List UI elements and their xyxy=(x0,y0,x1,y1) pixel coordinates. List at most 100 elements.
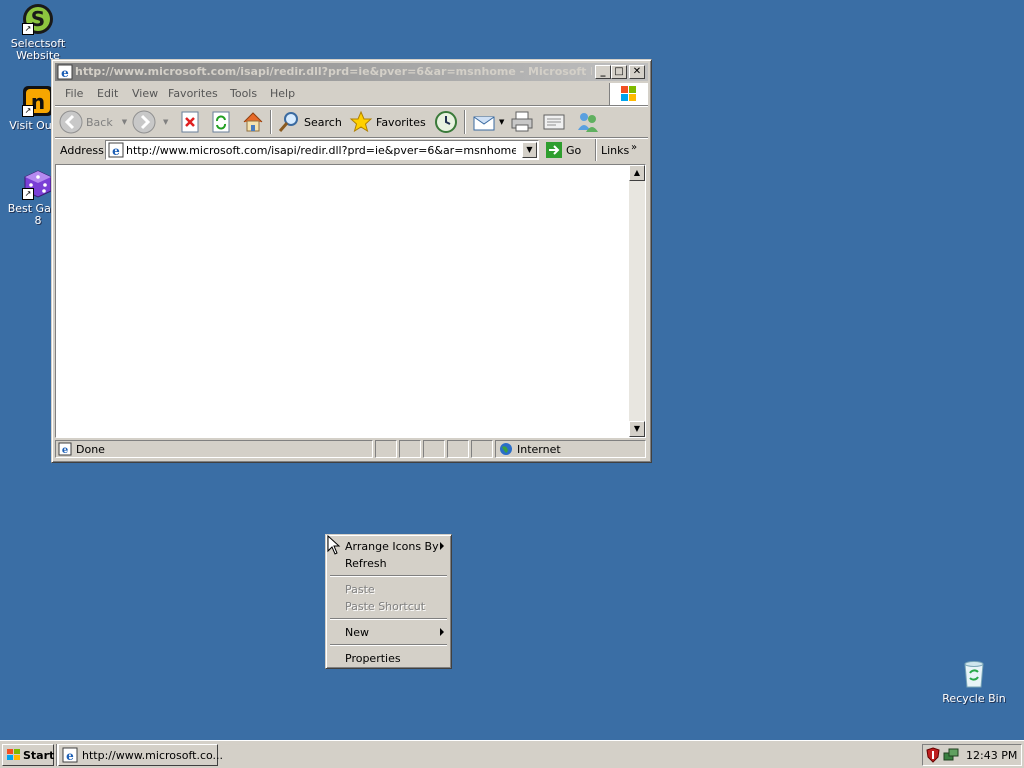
home-button[interactable] xyxy=(241,109,265,135)
windows-logo-icon xyxy=(609,83,648,105)
status-text: Done xyxy=(76,443,105,456)
window-titlebar[interactable]: e http://www.microsoft.com/isapi/redir.d… xyxy=(55,63,648,81)
page-icon: e xyxy=(108,142,124,158)
taskbar-button-ie[interactable]: e http://www.microsoft.co... xyxy=(58,744,223,766)
window-title: http://www.microsoft.com/isapi/redir.dll… xyxy=(75,65,592,78)
search-icon xyxy=(278,112,298,132)
menu-item-properties[interactable]: Properties xyxy=(329,650,448,667)
search-label: Search xyxy=(304,115,342,129)
vertical-scrollbar[interactable]: ▲ ▼ xyxy=(629,165,645,437)
status-text-pane: e Done xyxy=(55,440,373,458)
start-label: Start xyxy=(23,749,55,762)
taskbar-button-label: http://www.microsoft.co... xyxy=(82,749,224,762)
selectsoft-logo-icon: S ↗ xyxy=(22,3,54,35)
scroll-down-button[interactable]: ▼ xyxy=(629,421,645,437)
chevron-right-icon[interactable]: » xyxy=(631,142,637,153)
menu-item-paste: Paste xyxy=(329,581,448,598)
menu-item-arrange-icons-by[interactable]: Arrange Icons By xyxy=(329,538,448,555)
menu-tools[interactable]: Tools xyxy=(230,87,257,100)
status-pane xyxy=(447,440,469,458)
ie-icon: e xyxy=(62,747,78,763)
network-icon[interactable] xyxy=(943,747,959,763)
status-bar: e Done Internet xyxy=(55,440,648,458)
favorites-button[interactable]: Favorites xyxy=(349,109,426,135)
forward-button[interactable]: ▼ xyxy=(132,109,168,135)
messenger-button[interactable] xyxy=(576,109,600,135)
minimize-button[interactable]: _ xyxy=(595,65,611,79)
toolbar: Back ▼ ▼ Search Favorites ▼ xyxy=(55,107,648,137)
maximize-button[interactable]: □ xyxy=(611,65,627,79)
favorites-star-icon xyxy=(349,110,373,133)
dice-icon: ↗ xyxy=(22,168,54,200)
scroll-up-button[interactable]: ▲ xyxy=(629,165,645,181)
zone-pane: Internet xyxy=(495,440,646,458)
svg-text:e: e xyxy=(61,66,69,80)
menu-view[interactable]: View xyxy=(132,87,158,100)
mail-dropdown-icon[interactable]: ▼ xyxy=(499,118,504,126)
address-field[interactable]: e ▼ xyxy=(105,140,539,160)
back-label: Back xyxy=(86,115,113,129)
status-pane xyxy=(375,440,397,458)
address-dropdown-button[interactable]: ▼ xyxy=(522,142,537,158)
close-button[interactable]: ✕ xyxy=(629,65,645,79)
desktop-icon-recycle-bin[interactable]: Recycle Bin xyxy=(936,658,1012,705)
start-button[interactable]: Start xyxy=(2,744,54,766)
back-arrow-icon xyxy=(59,110,83,134)
globe-icon xyxy=(500,443,512,455)
menu-edit[interactable]: Edit xyxy=(97,87,118,100)
menu-bar: File Edit View Favorites Tools Help xyxy=(55,83,605,105)
svg-text:e: e xyxy=(66,749,74,763)
menu-item-label: Refresh xyxy=(345,557,387,570)
clock[interactable]: 12:43 PM xyxy=(966,749,1017,762)
address-label: Address xyxy=(60,144,104,157)
favorites-label: Favorites xyxy=(376,115,426,129)
edit-icon xyxy=(543,114,565,130)
stop-icon xyxy=(181,111,199,133)
forward-dropdown-icon[interactable]: ▼ xyxy=(163,118,168,126)
taskbar: Start e http://www.microsoft.co... 12:43… xyxy=(0,740,1024,768)
edit-button[interactable] xyxy=(542,109,566,135)
stop-button[interactable] xyxy=(179,109,201,135)
go-button[interactable]: Go xyxy=(545,139,581,161)
shortcut-arrow-icon: ↗ xyxy=(22,105,34,117)
page-content[interactable]: ▲ ▼ xyxy=(55,164,646,438)
printer-icon xyxy=(511,111,533,132)
address-input[interactable] xyxy=(126,143,516,157)
submenu-arrow-icon xyxy=(440,628,444,636)
menu-item-refresh[interactable]: Refresh xyxy=(329,555,448,572)
history-button[interactable] xyxy=(434,109,458,135)
messenger-icon xyxy=(578,113,598,132)
refresh-button[interactable] xyxy=(210,109,232,135)
address-bar: Address e ▼ Go Links » xyxy=(55,139,648,161)
recycle-bin-icon xyxy=(958,658,990,690)
windows-flag-icon xyxy=(7,749,20,760)
go-arrow-icon xyxy=(546,142,562,158)
mouse-cursor-icon xyxy=(327,534,341,558)
ie-window[interactable]: e http://www.microsoft.com/isapi/redir.d… xyxy=(51,59,652,463)
menu-favorites[interactable]: Favorites xyxy=(168,87,218,100)
back-button[interactable]: Back ▼ xyxy=(59,109,127,135)
mail-button[interactable]: ▼ xyxy=(472,109,504,135)
system-tray: 12:43 PM xyxy=(922,744,1022,766)
refresh-icon xyxy=(212,111,230,133)
links-button[interactable]: Links xyxy=(601,144,629,157)
desktop-icon-selectsoft[interactable]: S ↗ Selectsoft Website xyxy=(0,3,76,62)
menu-item-label: New xyxy=(345,626,369,639)
mail-icon xyxy=(473,116,495,131)
go-label: Go xyxy=(566,143,582,157)
back-dropdown-icon[interactable]: ▼ xyxy=(122,118,127,126)
search-button[interactable]: Search xyxy=(277,109,342,135)
menu-help[interactable]: Help xyxy=(270,87,295,100)
shortcut-arrow-icon: ↗ xyxy=(22,23,34,35)
status-pane xyxy=(399,440,421,458)
status-pane xyxy=(471,440,493,458)
page-done-icon: e xyxy=(58,442,72,456)
zone-label: Internet xyxy=(517,443,561,456)
shield-icon[interactable] xyxy=(926,747,940,763)
menu-item-label: Properties xyxy=(345,652,401,665)
print-button[interactable] xyxy=(510,109,534,135)
desktop-context-menu: Arrange Icons By Refresh Paste Paste Sho… xyxy=(325,534,452,669)
menu-file[interactable]: File xyxy=(65,87,83,100)
menu-item-new[interactable]: New xyxy=(329,624,448,641)
history-icon xyxy=(435,111,457,133)
